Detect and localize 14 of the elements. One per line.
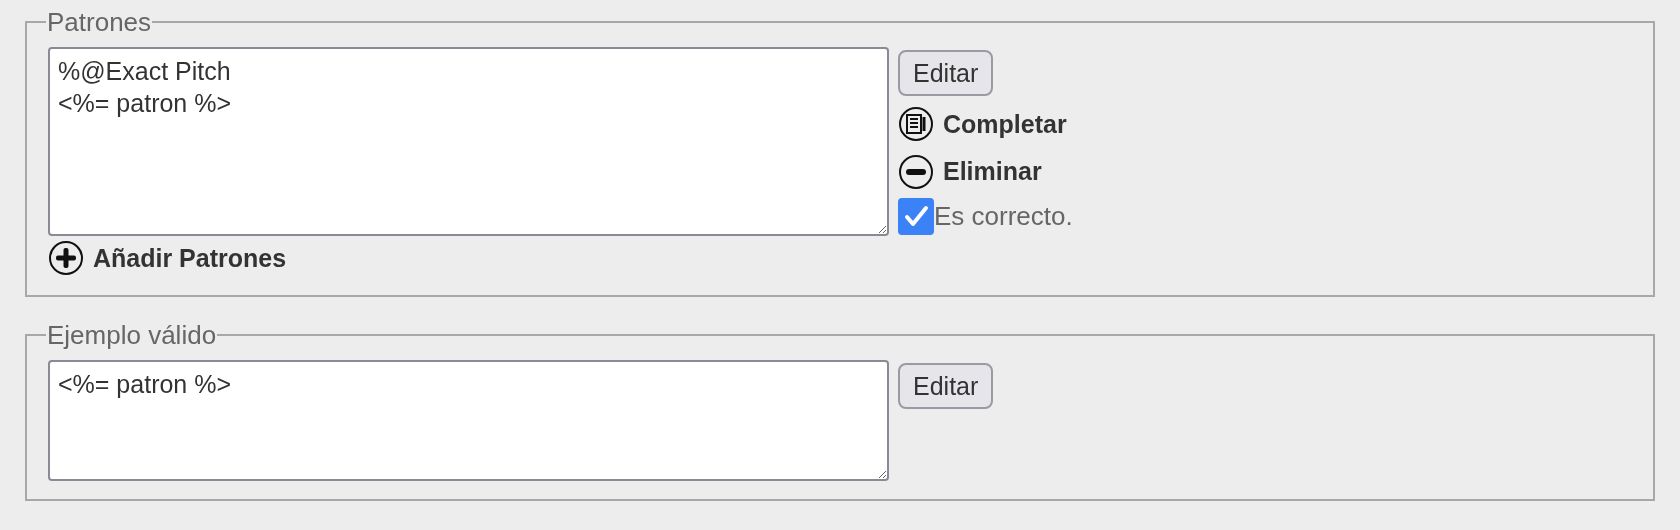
- doc-icon: [898, 106, 934, 143]
- checkbox[interactable]: [898, 197, 934, 235]
- checkbox-label: Es correcto.: [934, 199, 1073, 233]
- edit-button[interactable]: Editar: [898, 49, 994, 96]
- text-area[interactable]: <%= patron %>: [48, 359, 889, 481]
- minus-icon: [898, 153, 934, 190]
- section-legend: Patrones: [46, 8, 153, 37]
- text-area[interactable]: %@Exact Pitch <%= patron %>: [48, 46, 889, 236]
- delete-link[interactable]: Eliminar: [898, 153, 1042, 191]
- plus-icon: [48, 240, 84, 277]
- add-patterns-link[interactable]: Añadir Patrones: [48, 239, 889, 278]
- section-legend: Ejemplo válido: [46, 321, 218, 350]
- complete-link[interactable]: Completar: [898, 105, 1067, 144]
- edit-button[interactable]: Editar: [898, 362, 994, 409]
